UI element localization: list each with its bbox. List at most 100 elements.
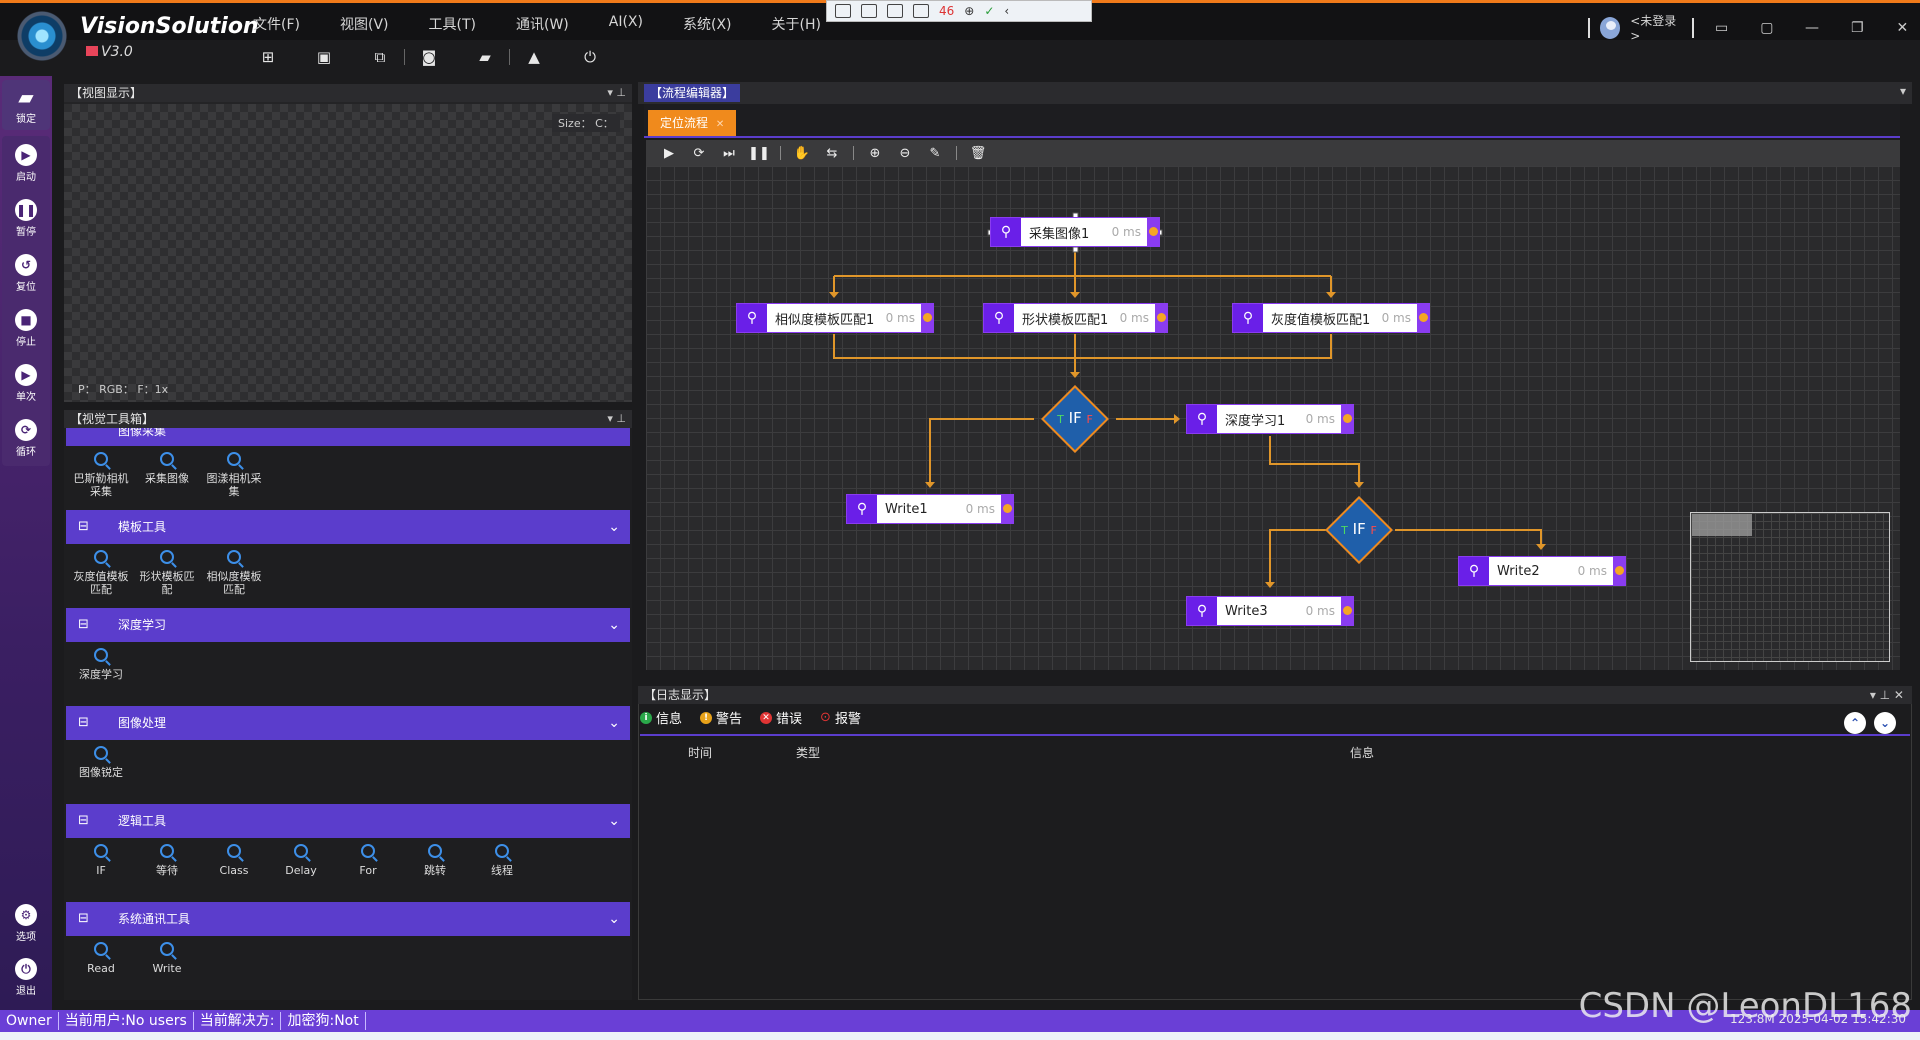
tool-thread[interactable]: 线程 xyxy=(471,844,533,877)
accessibility-icon[interactable]: ⊕ xyxy=(964,4,974,18)
run-icon[interactable]: ▶ xyxy=(654,146,684,161)
user-avatar-icon[interactable] xyxy=(1599,16,1621,39)
power-icon[interactable]: ⏻ xyxy=(580,48,600,66)
user-login-status[interactable]: <未登录> xyxy=(1630,12,1682,43)
video-icon[interactable] xyxy=(861,4,877,18)
minimize-icon[interactable]: — xyxy=(1794,20,1829,36)
menu-system[interactable]: 系统(X) xyxy=(683,14,732,34)
save-icon[interactable]: ▣ xyxy=(314,48,334,66)
dropdown-icon[interactable]: ▾ xyxy=(1900,84,1906,98)
chevron-down-icon[interactable]: ⌄ xyxy=(1874,712,1896,734)
pause-icon[interactable]: ❚❚ xyxy=(744,146,774,161)
chevron-up-icon[interactable]: ⌃ xyxy=(1844,712,1866,734)
nav-lock[interactable]: ▰ 锁定 xyxy=(0,86,52,125)
nav-start[interactable]: ▶ 启动 xyxy=(0,144,52,183)
output-port[interactable] xyxy=(1001,495,1013,523)
menu-view[interactable]: 视图(V) xyxy=(340,14,389,34)
tool-jump[interactable]: 跳转 xyxy=(404,844,466,877)
node-acquire-image[interactable]: ⚲ 采集图像1 0 ms xyxy=(990,217,1160,247)
column-header-time[interactable]: 时间 xyxy=(688,744,712,761)
camera-icon[interactable]: ◙ xyxy=(419,48,439,66)
edit-icon[interactable]: ✎ xyxy=(920,146,950,161)
tool-deep-learning[interactable]: 深度学习 xyxy=(70,648,132,681)
zoom-out-icon[interactable]: ⊖ xyxy=(890,146,920,161)
node-write1[interactable]: ⚲ Write1 0 ms xyxy=(846,494,1014,524)
flow-tab-active[interactable]: 定位流程 ✕ xyxy=(648,110,736,136)
pin-icon[interactable]: ▾ ⊥ xyxy=(607,410,626,428)
arrange-icon[interactable]: ⇆ xyxy=(817,146,847,161)
node-similarity-template[interactable]: ⚲ 相似度模板匹配1 0 ms xyxy=(736,303,934,333)
image-canvas[interactable] xyxy=(64,104,632,402)
menu-ai[interactable]: AI(X) xyxy=(609,14,643,34)
toolbox-section-comm[interactable]: ⊟ 系统通讯工具 ⌄ xyxy=(66,902,630,936)
step-icon[interactable]: ⏭ xyxy=(714,146,744,161)
feedback-icon[interactable]: ▭ xyxy=(1704,20,1739,36)
toolbox-section-image-processing[interactable]: ⊟ 图像处理 ⌄ xyxy=(66,706,630,740)
tool-image-lock[interactable]: 图像锐定 xyxy=(70,746,132,779)
menu-about[interactable]: 关于(H) xyxy=(772,14,821,34)
nav-exit[interactable]: ⏻ 退出 xyxy=(0,958,52,997)
new-file-icon[interactable]: ⊞ xyxy=(258,48,278,66)
tool-similarity-template[interactable]: 相似度模板匹配 xyxy=(203,550,265,596)
nav-single[interactable]: ▶ 单次 xyxy=(0,364,52,403)
output-port[interactable] xyxy=(1341,597,1353,625)
tool-write[interactable]: Write xyxy=(136,942,198,975)
column-header-message[interactable]: 信息 xyxy=(1350,744,1374,761)
tool-for[interactable]: For xyxy=(337,844,399,877)
cursor-icon[interactable] xyxy=(887,4,903,18)
output-port[interactable] xyxy=(1341,405,1353,433)
output-port[interactable] xyxy=(1147,218,1159,246)
panel-controls-icon[interactable]: ▾ ⊥ ✕ xyxy=(1870,686,1904,704)
close-icon[interactable]: ✕ xyxy=(1885,20,1920,36)
tool-basler-acquire[interactable]: 巴斯勒相机采集 xyxy=(70,452,132,498)
node-deep-learning[interactable]: ⚲ 深度学习1 0 ms xyxy=(1186,404,1354,434)
toolbox-section-deep-learning[interactable]: ⊟ 深度学习 ⌄ xyxy=(66,608,630,642)
lock-icon[interactable]: ▲ xyxy=(524,48,544,66)
restore-icon[interactable]: ❐ xyxy=(1840,20,1875,36)
output-port[interactable] xyxy=(1613,557,1625,585)
tool-read[interactable]: Read xyxy=(70,942,132,975)
node-write2[interactable]: ⚲ Write2 0 ms xyxy=(1458,556,1626,586)
toolbox-section-template[interactable]: ⊟ 模板工具 ⌄ xyxy=(66,510,630,544)
check-icon[interactable]: ✓ xyxy=(984,4,994,18)
tool-gray-template[interactable]: 灰度值模板匹配 xyxy=(70,550,132,596)
output-port[interactable] xyxy=(1155,304,1167,332)
nav-stop[interactable]: ■ 停止 xyxy=(0,309,52,348)
column-header-type[interactable]: 类型 xyxy=(796,744,820,761)
menu-comm[interactable]: 通讯(W) xyxy=(516,14,569,34)
log-tab-info[interactable]: i 信息 xyxy=(640,708,682,727)
tool-if[interactable]: IF xyxy=(70,844,132,877)
tool-wait[interactable]: 等待 xyxy=(136,844,198,877)
toolbox-section-logic[interactable]: ⊟ 逻辑工具 ⌄ xyxy=(66,804,630,838)
pin-icon[interactable]: ▾ ⊥ xyxy=(607,84,626,102)
open-folder-icon[interactable]: ▰ xyxy=(475,48,495,66)
collapse-icon[interactable]: ‹ xyxy=(1004,4,1009,18)
minimap-viewport[interactable] xyxy=(1692,514,1752,536)
toolbox-section-acquire[interactable]: 图像采集 xyxy=(66,428,630,446)
node-gray-template[interactable]: ⚲ 灰度值模板匹配1 0 ms xyxy=(1232,303,1430,333)
nav-pause[interactable]: ❚❚ 暂停 xyxy=(0,199,52,238)
hand-icon[interactable]: ✋ xyxy=(787,146,817,161)
output-port[interactable] xyxy=(1417,304,1429,332)
log-tab-error[interactable]: ✕ 错误 xyxy=(760,708,802,727)
crop-icon[interactable] xyxy=(913,4,929,18)
message-icon[interactable]: ▢ xyxy=(1749,20,1784,36)
record-area-icon[interactable] xyxy=(835,4,851,18)
node-shape-template[interactable]: ⚲ 形状模板匹配1 0 ms xyxy=(983,303,1168,333)
zoom-in-icon[interactable]: ⊕ xyxy=(860,146,890,161)
menu-file[interactable]: 文件(F) xyxy=(253,14,300,34)
loop-run-icon[interactable]: ⟳ xyxy=(684,146,714,161)
tool-class[interactable]: Class xyxy=(203,844,265,877)
delete-icon[interactable]: 🗑 xyxy=(963,146,993,161)
close-tab-icon[interactable]: ✕ xyxy=(716,119,724,130)
nav-reset[interactable]: ↺ 复位 xyxy=(0,254,52,293)
menu-tools[interactable]: 工具(T) xyxy=(429,14,476,34)
save-as-icon[interactable]: ⧉ xyxy=(370,48,390,66)
tool-tuyang-acquire[interactable]: 图漾相机采集 xyxy=(203,452,265,498)
output-port[interactable] xyxy=(921,304,933,332)
nav-options[interactable]: ⚙ 选项 xyxy=(0,904,52,943)
log-tab-warning[interactable]: ! 警告 xyxy=(700,708,742,727)
tool-shape-template[interactable]: 形状模板匹配 xyxy=(136,550,198,596)
node-write3[interactable]: ⚲ Write3 0 ms xyxy=(1186,596,1354,626)
tool-acquire-image[interactable]: 采集图像 xyxy=(136,452,198,485)
